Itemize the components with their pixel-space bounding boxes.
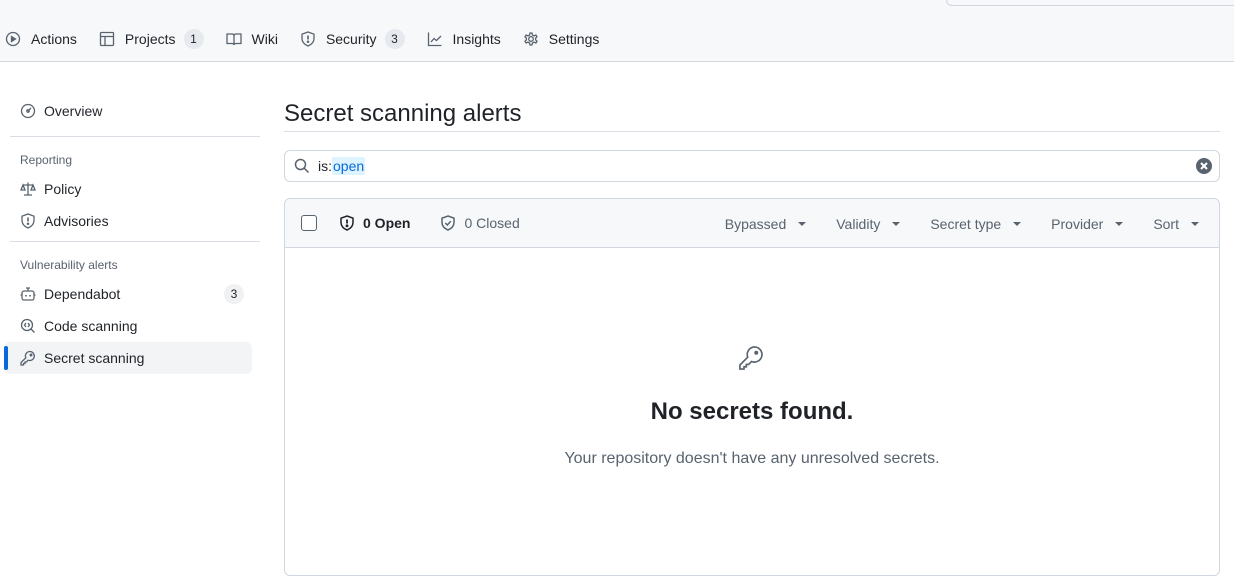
sidebar-item-advisories[interactable]: Advisories (0, 205, 252, 237)
tab-actions[interactable]: Actions (5, 26, 77, 52)
global-search-input[interactable] (946, 0, 1234, 6)
graph-icon (427, 32, 442, 47)
key-icon (739, 346, 763, 370)
bypassed-filter-dropdown[interactable]: Bypassed (724, 215, 807, 232)
filter-menus: Bypassed Validity Secret type Provider S… (695, 199, 1199, 248)
sort-dropdown[interactable]: Sort (1153, 216, 1199, 232)
sidebar-item-dependabot[interactable]: Dependabot 3 (0, 278, 252, 310)
codescan-icon (20, 318, 35, 333)
sidebar-item-label: Overview (44, 103, 103, 119)
sidebar-item-label: Policy (44, 181, 82, 197)
sidebar-heading-vulnerability: Vulnerability alerts (20, 258, 118, 272)
triangle-down-icon (798, 221, 807, 226)
search-qualifier-value: open (332, 157, 366, 175)
tab-label: Actions (31, 31, 77, 47)
tab-label: Projects (124, 31, 176, 47)
projects-counter: 1 (183, 29, 204, 49)
sidebar-item-label: Advisories (44, 213, 109, 229)
law-icon (20, 182, 36, 196)
gear-icon (523, 32, 538, 46)
sidebar-item-policy[interactable]: Policy (0, 173, 252, 205)
filter-label: Bypassed (724, 215, 787, 232)
tab-security[interactable]: Security 3 (300, 26, 405, 52)
close-icon (1200, 162, 1208, 170)
sidebar-heading-reporting: Reporting (20, 153, 73, 167)
security-counter: 3 (384, 29, 405, 49)
filter-label: Sort (1153, 215, 1179, 232)
sidebar-divider (10, 136, 260, 137)
sidebar-item-label: Secret scanning (44, 350, 145, 366)
triangle-down-icon (1115, 221, 1124, 226)
alerts-box: 0 Open 0 Closed Bypassed Validity Secret… (284, 198, 1220, 576)
closed-alerts-filter[interactable]: 0 Closed (440, 215, 520, 231)
tab-wiki[interactable]: Wiki (225, 26, 278, 52)
dependabot-counter: 3 (224, 284, 244, 304)
repo-nav: Actions Projects 1 Wiki Security 3 Insig… (0, 26, 621, 52)
validity-filter-dropdown[interactable]: Validity (836, 215, 901, 232)
meter-icon (20, 103, 36, 119)
tab-label: Settings (548, 31, 600, 47)
shield-alert-icon (340, 215, 354, 231)
filter-label: Provider (1051, 215, 1104, 232)
sidebar-item-code-scanning[interactable]: Code scanning (0, 310, 252, 342)
filter-label: Secret type (930, 215, 1002, 232)
book-icon (225, 33, 242, 46)
search-qualifier-key: is: (318, 158, 332, 174)
open-count-label: 0 Open (363, 215, 411, 231)
blankslate-title: No secrets found. (650, 398, 854, 425)
main-content: Secret scanning alerts is: open 0 Open 0 … (284, 96, 1220, 576)
tab-label: Insights (452, 31, 501, 47)
clear-search-button[interactable] (1196, 158, 1212, 174)
alert-search-input[interactable]: is: open (284, 150, 1220, 182)
tab-label: Security (325, 31, 377, 47)
tab-settings[interactable]: Settings (523, 26, 600, 52)
shield-icon (21, 213, 35, 229)
blankslate: No secrets found. Your repository doesn'… (285, 248, 1219, 575)
sidebar-item-overview[interactable]: Overview (0, 95, 252, 127)
tab-insights[interactable]: Insights (427, 26, 501, 52)
filter-label: Validity (836, 215, 881, 232)
table-icon (99, 31, 115, 47)
triangle-down-icon (1013, 221, 1022, 226)
repo-header: Actions Projects 1 Wiki Security 3 Insig… (0, 0, 1234, 62)
provider-filter-dropdown[interactable]: Provider (1051, 215, 1124, 232)
page-title: Secret scanning alerts (284, 96, 1220, 132)
open-alerts-filter[interactable]: 0 Open (339, 215, 410, 231)
play-icon (5, 31, 21, 47)
blankslate-description: Your repository doesn't have any unresol… (564, 450, 940, 467)
triangle-down-icon (1191, 221, 1199, 226)
key-icon (20, 350, 35, 366)
tab-projects[interactable]: Projects 1 (99, 26, 204, 52)
security-sidebar: Overview Reporting Policy Advisories Vul… (0, 92, 260, 374)
secret-type-filter-dropdown[interactable]: Secret type (930, 215, 1022, 232)
triangle-down-icon (892, 221, 901, 226)
alerts-box-header: 0 Open 0 Closed Bypassed Validity Secret… (285, 199, 1219, 248)
dependabot-icon (20, 287, 36, 301)
sidebar-item-label: Code scanning (44, 318, 138, 334)
tab-label: Wiki (251, 31, 278, 47)
sidebar-item-secret-scanning[interactable]: Secret scanning (4, 342, 252, 374)
sidebar-divider (10, 241, 260, 242)
closed-count-label: 0 Closed (464, 215, 520, 231)
sidebar-item-label: Dependabot (44, 286, 121, 302)
shield-check-icon (441, 215, 456, 231)
search-icon (294, 158, 310, 174)
select-all-checkbox[interactable] (301, 215, 317, 231)
shield-icon (301, 31, 315, 47)
